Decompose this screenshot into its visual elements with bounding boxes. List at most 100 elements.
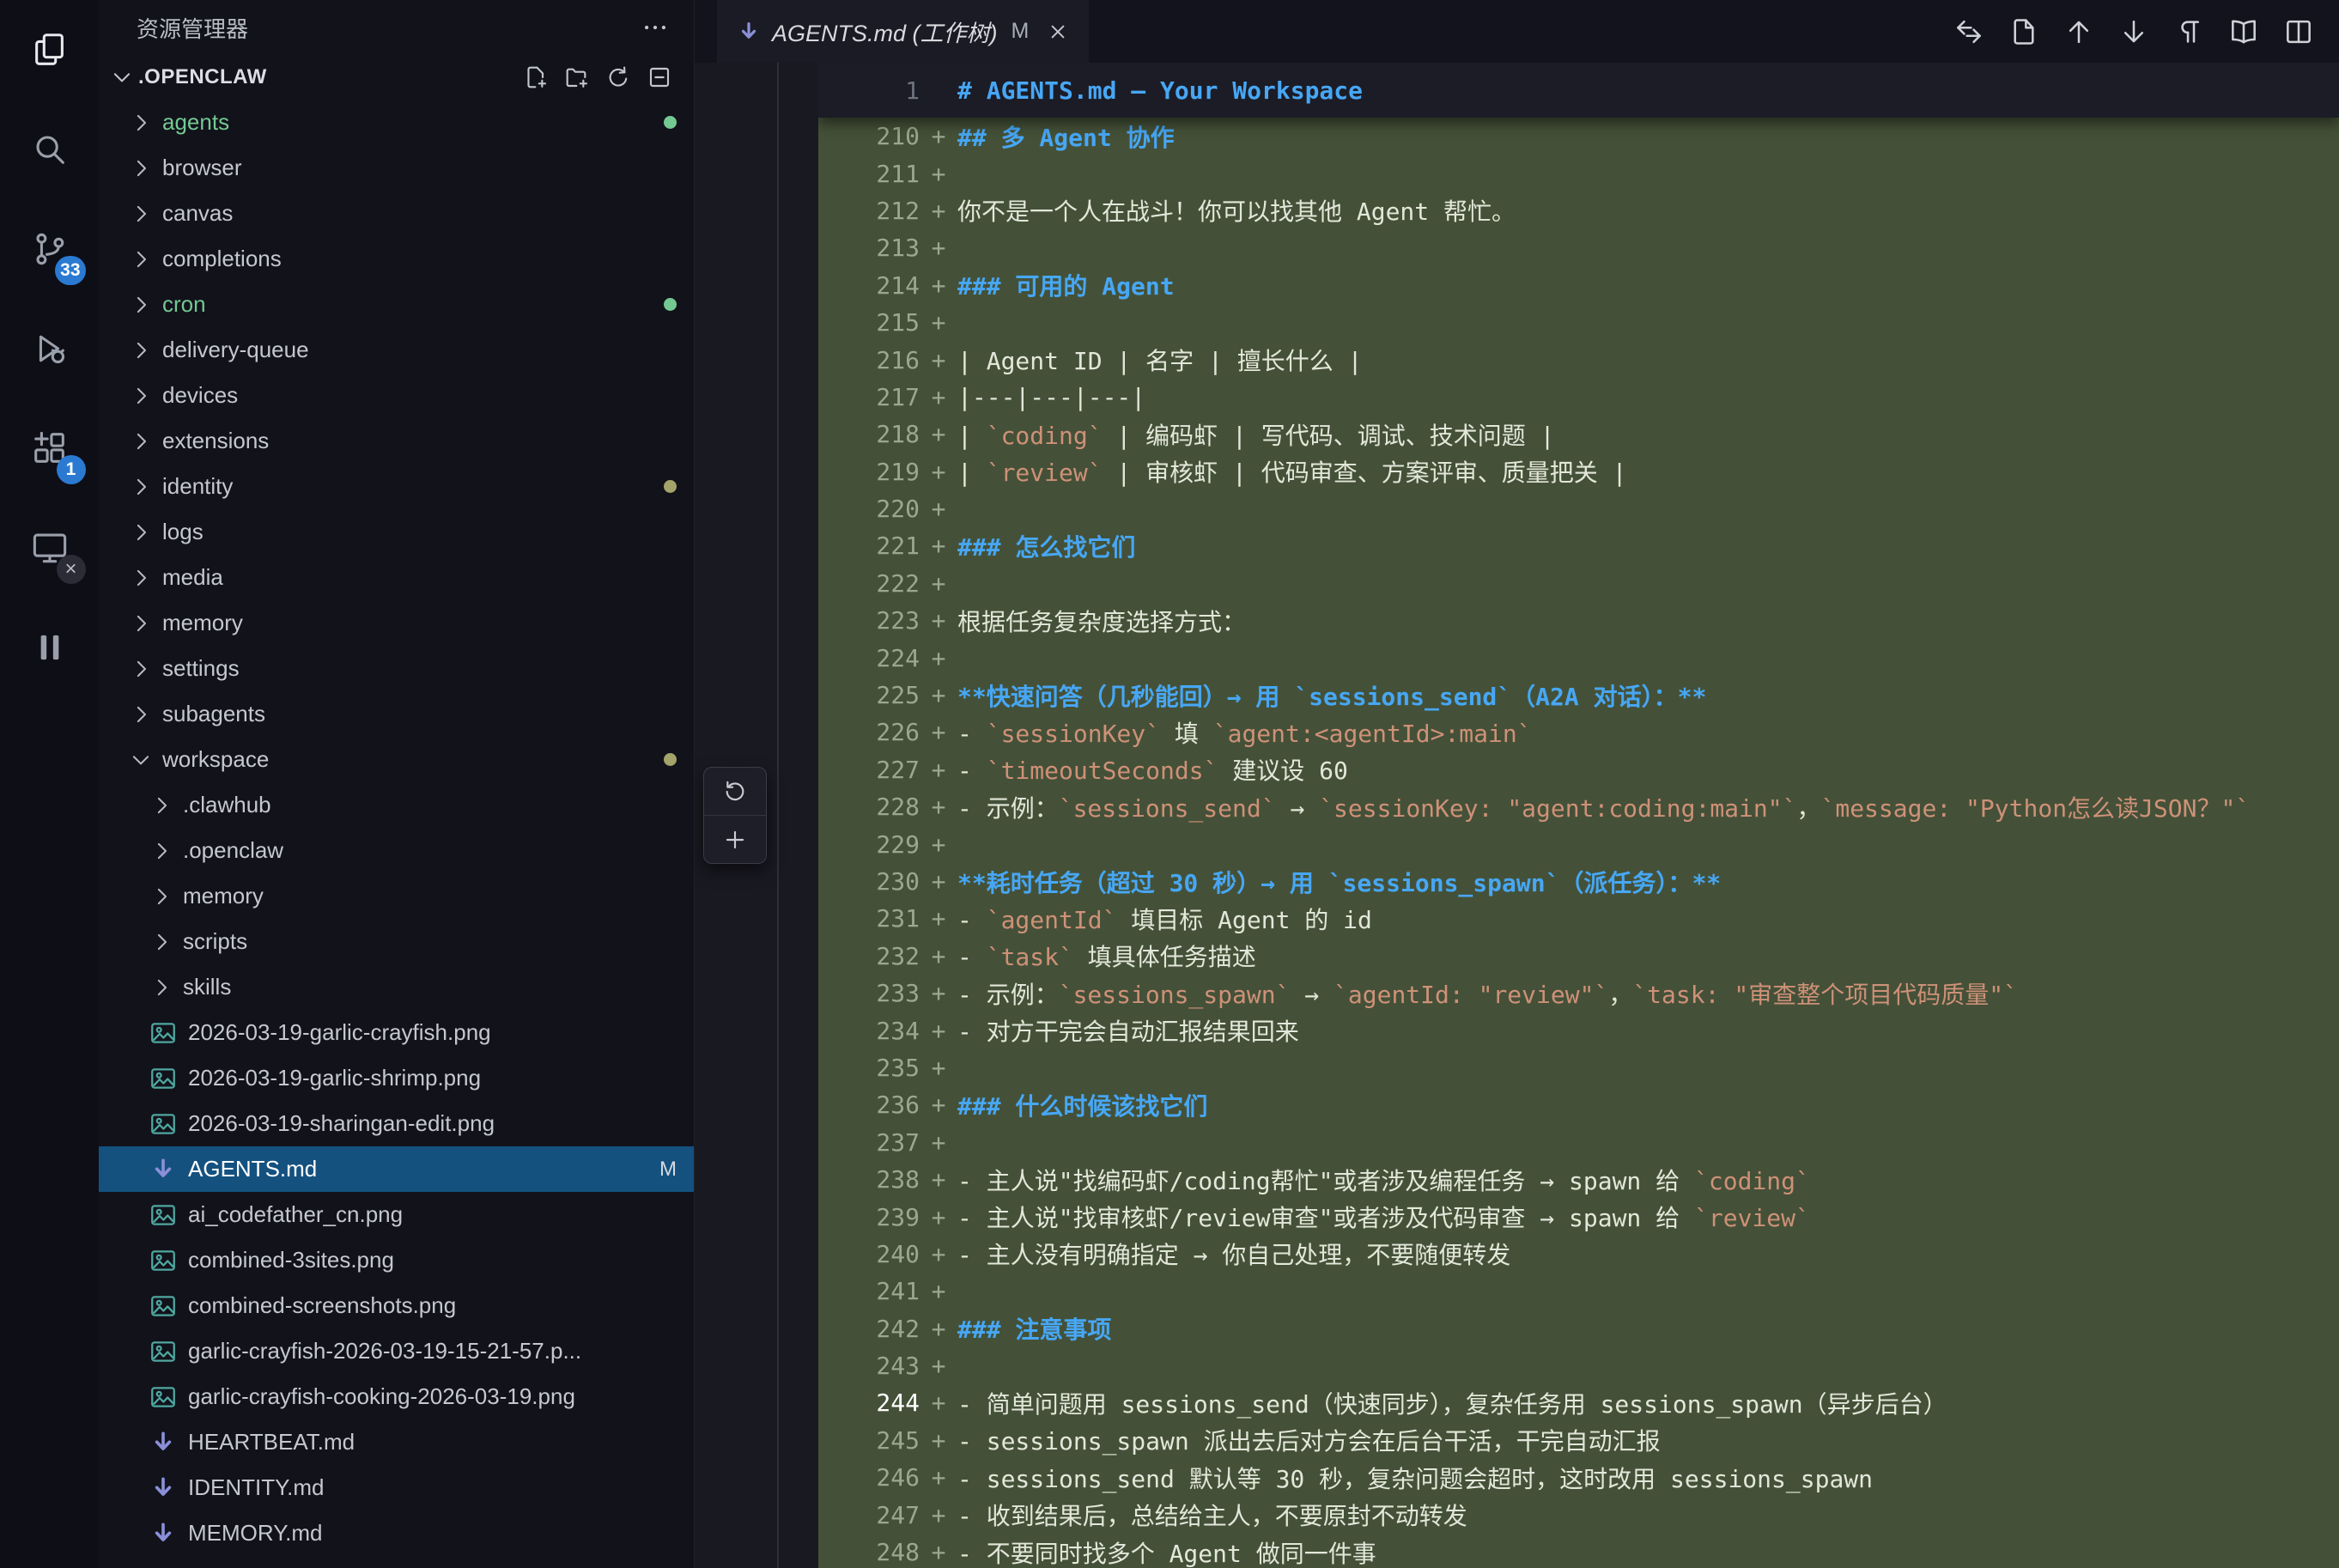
code-line-237[interactable]: 237+	[818, 1124, 2339, 1161]
open-changes-button[interactable]	[1953, 15, 1985, 48]
code-line-248[interactable]: 248+- 不要同时找多个 Agent 做同一件事	[818, 1534, 2339, 1568]
tree-item-subagents[interactable]: subagents	[99, 691, 694, 737]
activity-item-search[interactable]	[9, 108, 91, 191]
code-line-228[interactable]: 228+- 示例：`sessions_send` → `sessionKey: …	[818, 788, 2339, 825]
tree-item-agents[interactable]: agents	[99, 100, 694, 145]
activity-item-explorer[interactable]	[9, 9, 91, 91]
tree-item-memory[interactable]: memory	[99, 873, 694, 919]
code-line-210[interactable]: 210+## 多 Agent 协作	[818, 118, 2339, 155]
tree-item-skills[interactable]: skills	[99, 964, 694, 1010]
tree-item-extensions[interactable]: extensions	[99, 418, 694, 464]
code-line-231[interactable]: 231+- `agentId` 填目标 Agent 的 id	[818, 900, 2339, 937]
code-line-229[interactable]: 229+	[818, 825, 2339, 862]
code-line-223[interactable]: 223+根据任务复杂度选择方式：	[818, 602, 2339, 639]
tree-item-workspace[interactable]: workspace	[99, 737, 694, 782]
tree-item-.openclaw[interactable]: .openclaw	[99, 828, 694, 873]
close-icon[interactable]	[1046, 20, 1070, 44]
activity-item-run-debug[interactable]	[9, 307, 91, 390]
tree-item-HEARTBEAT.md[interactable]: HEARTBEAT.md	[99, 1419, 694, 1465]
code-line-215[interactable]: 215+	[818, 304, 2339, 341]
code-line-235[interactable]: 235+	[818, 1049, 2339, 1086]
tree-item-garlic-crayfish-2026-03-19-15-21-57.p...[interactable]: garlic-crayfish-2026-03-19-15-21-57.p...	[99, 1328, 694, 1374]
code-line-225[interactable]: 225+**快速问答（几秒能回）→ 用 `sessions_send`（A2A …	[818, 677, 2339, 714]
code-line-222[interactable]: 222+	[818, 565, 2339, 602]
code-line-241[interactable]: 241+	[818, 1273, 2339, 1310]
toggle-render-whitespace-button[interactable]	[2172, 15, 2205, 48]
code-line-234[interactable]: 234+- 对方干完会自动汇报结果回来	[818, 1012, 2339, 1048]
tree-item-identity[interactable]: identity	[99, 464, 694, 509]
code-line-238[interactable]: 238+- 主人说"找编码虾/coding帮忙"或者涉及编程任务 → spawn…	[818, 1161, 2339, 1198]
previous-change-button[interactable]	[2063, 15, 2095, 48]
tree-item-garlic-crayfish-cooking-2026-03-19.png[interactable]: garlic-crayfish-cooking-2026-03-19.png	[99, 1374, 694, 1419]
code-line-233[interactable]: 233+- 示例：`sessions_spawn` → `agentId: "r…	[818, 975, 2339, 1012]
collapse-folders-icon[interactable]	[646, 64, 673, 91]
views-more-actions-icon[interactable]	[641, 13, 670, 42]
discard-change-button[interactable]	[704, 768, 766, 815]
code-line-232[interactable]: 232+- `task` 填具体任务描述	[818, 938, 2339, 975]
split-editor-button[interactable]	[2282, 15, 2315, 48]
code-line-246[interactable]: 246+- sessions_send 默认等 30 秒，复杂问题会超时，这时改…	[818, 1459, 2339, 1496]
tree-item-2026-03-19-garlic-shrimp.png[interactable]: 2026-03-19-garlic-shrimp.png	[99, 1055, 694, 1101]
code-line-216[interactable]: 216+| Agent ID | 名字 | 擅长什么 |	[818, 341, 2339, 378]
tree-item-2026-03-19-garlic-crayfish.png[interactable]: 2026-03-19-garlic-crayfish.png	[99, 1010, 694, 1055]
code-line-214[interactable]: 214+### 可用的 Agent	[818, 267, 2339, 304]
code-line-230[interactable]: 230+**耗时任务（超过 30 秒）→ 用 `sessions_spawn`（…	[818, 863, 2339, 900]
tree-item-logs[interactable]: logs	[99, 509, 694, 555]
activity-item-pause[interactable]	[9, 606, 91, 689]
tree-item-devices[interactable]: devices	[99, 373, 694, 418]
refresh-explorer-icon[interactable]	[604, 64, 632, 91]
tree-item-cron[interactable]: cron	[99, 282, 694, 327]
tree-item-browser[interactable]: browser	[99, 145, 694, 191]
code-line-220[interactable]: 220+	[818, 490, 2339, 527]
activity-item-source-control[interactable]: 33	[9, 208, 91, 290]
tree-item-combined-screenshots.png[interactable]: combined-screenshots.png	[99, 1283, 694, 1328]
sticky-scroll-line[interactable]: 1 # AGENTS.md — Your Workspace	[818, 63, 2339, 118]
code-line-217[interactable]: 217+|---|---|---|	[818, 379, 2339, 416]
activity-item-remote[interactable]: ×	[9, 507, 91, 589]
diff-added-marker: +	[920, 197, 957, 225]
code-line-212[interactable]: 212+你不是一个人在战斗！你可以找其他 Agent 帮忙。	[818, 192, 2339, 229]
tree-item-memory[interactable]: memory	[99, 600, 694, 646]
code-line-211[interactable]: 211+	[818, 155, 2339, 191]
tree-item-ai_codefather_cn.png[interactable]: ai_codefather_cn.png	[99, 1192, 694, 1237]
code-line-244[interactable]: 244+- 简单问题用 sessions_send（快速同步），复杂任务用 se…	[818, 1384, 2339, 1421]
code-line-227[interactable]: 227+- `timeoutSeconds` 建议设 60	[818, 751, 2339, 788]
tree-item-2026-03-19-sharingan-edit.png[interactable]: 2026-03-19-sharingan-edit.png	[99, 1101, 694, 1146]
new-folder-icon[interactable]	[563, 64, 591, 91]
code-line-247[interactable]: 247+- 收到结果后，总结给主人，不要原封不动转发	[818, 1496, 2339, 1533]
code-line-243[interactable]: 243+	[818, 1347, 2339, 1384]
tree-item-delivery-queue[interactable]: delivery-queue	[99, 327, 694, 373]
open-file-button[interactable]	[2008, 15, 2040, 48]
tree-item-combined-3sites.png[interactable]: combined-3sites.png	[99, 1237, 694, 1283]
new-file-icon[interactable]	[522, 64, 550, 91]
code-line-240[interactable]: 240+- 主人没有明确指定 → 你自己处理，不要随便转发	[818, 1236, 2339, 1273]
tree-item-scripts[interactable]: scripts	[99, 919, 694, 964]
tree-item-AGENTS.md[interactable]: AGENTS.mdM	[99, 1146, 694, 1192]
tree-item-canvas[interactable]: canvas	[99, 191, 694, 236]
code-line-224[interactable]: 224+	[818, 639, 2339, 676]
section-header-openclaw[interactable]: .OPENCLAW	[99, 55, 694, 100]
tree-item-MEMORY.md[interactable]: MEMORY.md	[99, 1510, 694, 1556]
code-line-236[interactable]: 236+### 什么时候该找它们	[818, 1086, 2339, 1123]
code-line-226[interactable]: 226+- `sessionKey` 填 `agent:<agentId>:ma…	[818, 714, 2339, 751]
code-line-242[interactable]: 242+### 注意事项	[818, 1310, 2339, 1347]
tree-item-label: agents	[162, 109, 653, 136]
code-line-239[interactable]: 239+- 主人说"找审核虾/review审查"或者涉及代码审查 → spawn…	[818, 1198, 2339, 1235]
chevron-right-icon	[128, 428, 154, 454]
code-line-245[interactable]: 245+- sessions_spawn 派出去后对方会在后台干活，干完自动汇报	[818, 1422, 2339, 1459]
open-preview-button[interactable]	[2227, 15, 2260, 48]
activity-item-extensions[interactable]: 1	[9, 407, 91, 489]
code-line-221[interactable]: 221+### 怎么找它们	[818, 527, 2339, 564]
tree-item-completions[interactable]: completions	[99, 236, 694, 282]
code-line-218[interactable]: 218+| `coding` | 编码虾 | 写代码、调试、技术问题 |	[818, 416, 2339, 453]
editor[interactable]: 1 # AGENTS.md — Your Workspace 210+## 多 …	[818, 63, 2339, 1568]
tree-item-settings[interactable]: settings	[99, 646, 694, 691]
code-line-213[interactable]: 213+	[818, 229, 2339, 266]
tab-agents-md[interactable]: AGENTS.md (工作树) M	[717, 0, 1089, 63]
tree-item-media[interactable]: media	[99, 555, 694, 600]
next-change-button[interactable]	[2117, 15, 2150, 48]
code-line-219[interactable]: 219+| `review` | 审核虾 | 代码审查、方案评审、质量把关 |	[818, 453, 2339, 490]
stage-change-button[interactable]	[704, 815, 766, 863]
tree-item-IDENTITY.md[interactable]: IDENTITY.md	[99, 1465, 694, 1510]
tree-item-.clawhub[interactable]: .clawhub	[99, 782, 694, 828]
